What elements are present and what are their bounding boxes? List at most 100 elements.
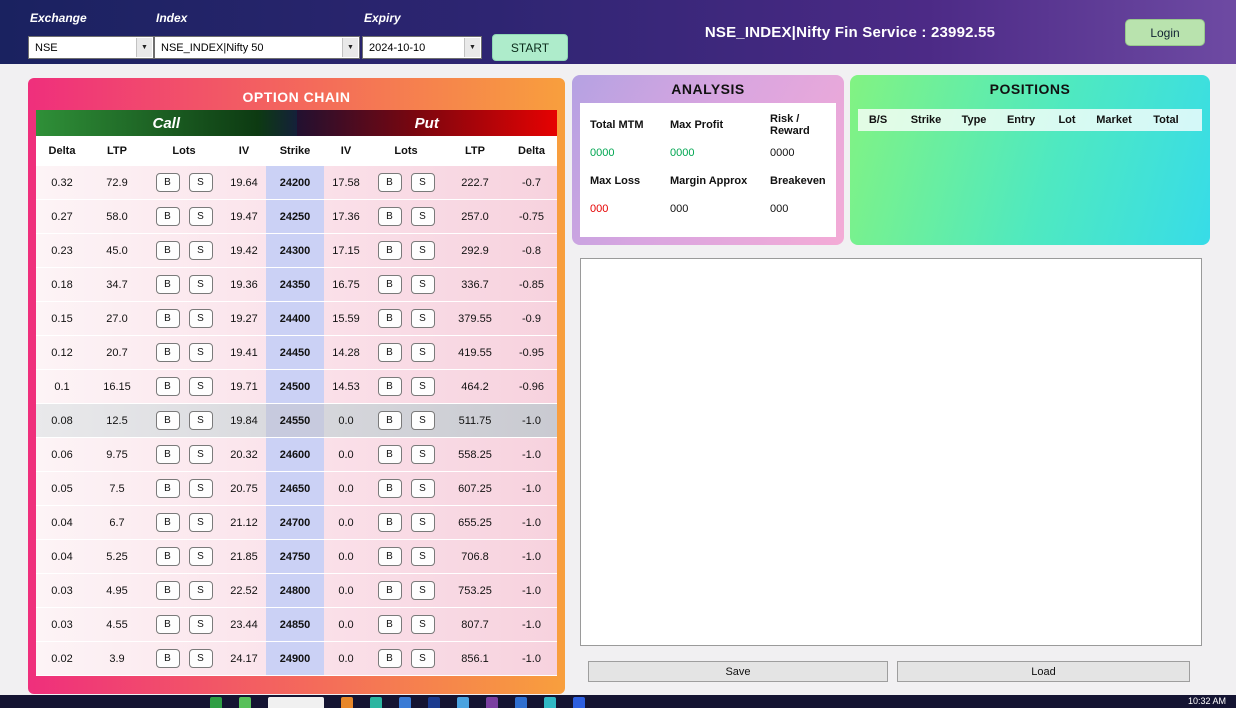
taskbar-app-icon[interactable] bbox=[515, 697, 527, 708]
put-delta-value: -1.0 bbox=[506, 483, 557, 495]
put-buy-button[interactable]: B bbox=[378, 513, 402, 532]
call-sell-button[interactable]: S bbox=[189, 547, 213, 566]
call-buy-button[interactable]: B bbox=[156, 207, 180, 226]
put-sell-button[interactable]: S bbox=[411, 615, 435, 634]
call-buy-button[interactable]: B bbox=[156, 343, 180, 362]
put-buy-button[interactable]: B bbox=[378, 615, 402, 634]
put-lots-cell: BS bbox=[368, 241, 444, 260]
call-buy-button[interactable]: B bbox=[156, 241, 180, 260]
call-delta-value: 0.1 bbox=[36, 381, 88, 393]
call-ltp-value: 12.5 bbox=[88, 415, 146, 427]
call-buy-button[interactable]: B bbox=[156, 377, 180, 396]
expiry-select[interactable]: 2024-10-10 ▼ bbox=[362, 36, 482, 59]
metric-value: 000 bbox=[770, 203, 830, 215]
taskbar-app-icon[interactable] bbox=[210, 697, 222, 708]
put-buy-button[interactable]: B bbox=[378, 581, 402, 600]
taskbar-app-icon[interactable] bbox=[573, 697, 585, 708]
load-button[interactable]: Load bbox=[897, 661, 1190, 682]
column-header: IV bbox=[324, 145, 368, 157]
put-sell-button[interactable]: S bbox=[411, 173, 435, 192]
call-sell-button[interactable]: S bbox=[189, 445, 213, 464]
call-sell-button[interactable]: S bbox=[189, 479, 213, 498]
put-sell-button[interactable]: S bbox=[411, 513, 435, 532]
start-button[interactable]: START bbox=[492, 34, 568, 61]
put-sell-button[interactable]: S bbox=[411, 309, 435, 328]
put-sell-button[interactable]: S bbox=[411, 547, 435, 566]
call-sell-button[interactable]: S bbox=[189, 513, 213, 532]
put-lots-cell: BS bbox=[368, 547, 444, 566]
call-buy-button[interactable]: B bbox=[156, 173, 180, 192]
taskbar-app-icon[interactable] bbox=[239, 697, 251, 708]
call-put-header: Call Put bbox=[36, 110, 557, 136]
put-sell-button[interactable]: S bbox=[411, 275, 435, 294]
call-ltp-value: 5.25 bbox=[88, 551, 146, 563]
put-sell-button[interactable]: S bbox=[411, 411, 435, 430]
login-button[interactable]: Login bbox=[1125, 19, 1205, 46]
put-sell-button[interactable]: S bbox=[411, 445, 435, 464]
call-sell-button[interactable]: S bbox=[189, 411, 213, 430]
call-sell-button[interactable]: S bbox=[189, 173, 213, 192]
call-sell-button[interactable]: S bbox=[189, 343, 213, 362]
put-buy-button[interactable]: B bbox=[378, 173, 402, 192]
put-buy-button[interactable]: B bbox=[378, 479, 402, 498]
call-sell-button[interactable]: S bbox=[189, 207, 213, 226]
call-sell-button[interactable]: S bbox=[189, 275, 213, 294]
taskbar-app-icon[interactable] bbox=[486, 697, 498, 708]
call-lots-cell: BS bbox=[146, 547, 222, 566]
put-buy-button[interactable]: B bbox=[378, 207, 402, 226]
call-iv-value: 19.71 bbox=[222, 381, 266, 393]
put-buy-button[interactable]: B bbox=[378, 411, 402, 430]
save-button[interactable]: Save bbox=[588, 661, 888, 682]
put-lots-cell: BS bbox=[368, 479, 444, 498]
put-sell-button[interactable]: S bbox=[411, 241, 435, 260]
call-buy-button[interactable]: B bbox=[156, 479, 180, 498]
call-buy-button[interactable]: B bbox=[156, 581, 180, 600]
call-sell-button[interactable]: S bbox=[189, 309, 213, 328]
taskbar-app-icon[interactable] bbox=[370, 697, 382, 708]
call-sell-button[interactable]: S bbox=[189, 615, 213, 634]
call-delta-value: 0.18 bbox=[36, 279, 88, 291]
put-buy-button[interactable]: B bbox=[378, 649, 402, 668]
put-buy-button[interactable]: B bbox=[378, 309, 402, 328]
call-buy-button[interactable]: B bbox=[156, 547, 180, 566]
put-sell-button[interactable]: S bbox=[411, 581, 435, 600]
exchange-select[interactable]: NSE ▼ bbox=[28, 36, 154, 59]
put-buy-button[interactable]: B bbox=[378, 343, 402, 362]
put-iv-value: 0.0 bbox=[324, 551, 368, 563]
put-buy-button[interactable]: B bbox=[378, 241, 402, 260]
taskbar-app-icon[interactable] bbox=[268, 697, 324, 708]
put-sell-button[interactable]: S bbox=[411, 343, 435, 362]
call-buy-button[interactable]: B bbox=[156, 445, 180, 464]
put-sell-button[interactable]: S bbox=[411, 479, 435, 498]
call-buy-button[interactable]: B bbox=[156, 275, 180, 294]
put-buy-button[interactable]: B bbox=[378, 445, 402, 464]
put-iv-value: 15.59 bbox=[324, 313, 368, 325]
taskbar-app-icon[interactable] bbox=[544, 697, 556, 708]
call-sell-button[interactable]: S bbox=[189, 581, 213, 600]
call-buy-button[interactable]: B bbox=[156, 411, 180, 430]
call-sell-button[interactable]: S bbox=[189, 649, 213, 668]
put-buy-button[interactable]: B bbox=[378, 547, 402, 566]
taskbar-app-icon[interactable] bbox=[457, 697, 469, 708]
put-sell-button[interactable]: S bbox=[411, 377, 435, 396]
put-sell-button[interactable]: S bbox=[411, 207, 435, 226]
option-chain-row: 0.3272.9BS19.642420017.58BS222.7-0.7 bbox=[36, 166, 557, 200]
put-delta-value: -1.0 bbox=[506, 415, 557, 427]
put-buy-button[interactable]: B bbox=[378, 275, 402, 294]
put-buy-button[interactable]: B bbox=[378, 377, 402, 396]
call-buy-button[interactable]: B bbox=[156, 309, 180, 328]
call-sell-button[interactable]: S bbox=[189, 241, 213, 260]
put-ltp-value: 807.7 bbox=[444, 619, 506, 631]
taskbar-app-icon[interactable] bbox=[399, 697, 411, 708]
index-select[interactable]: NSE_INDEX|Nifty 50 ▼ bbox=[154, 36, 360, 59]
taskbar-app-icon[interactable] bbox=[341, 697, 353, 708]
put-sell-button[interactable]: S bbox=[411, 649, 435, 668]
call-lots-cell: BS bbox=[146, 275, 222, 294]
call-sell-button[interactable]: S bbox=[189, 377, 213, 396]
call-buy-button[interactable]: B bbox=[156, 649, 180, 668]
put-delta-value: -1.0 bbox=[506, 619, 557, 631]
call-buy-button[interactable]: B bbox=[156, 513, 180, 532]
taskbar-app-icon[interactable] bbox=[428, 697, 440, 708]
call-iv-value: 19.42 bbox=[222, 245, 266, 257]
call-buy-button[interactable]: B bbox=[156, 615, 180, 634]
